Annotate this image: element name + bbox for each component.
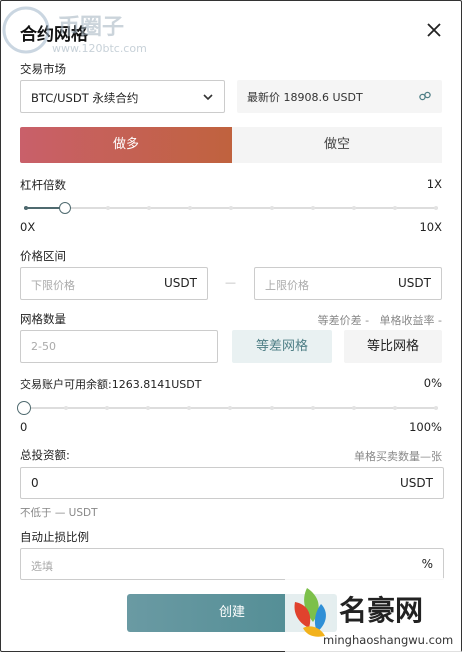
- upper-price-placeholder: 上限价格: [265, 279, 309, 292]
- watermark-logo-bottom-right: 名豪网 minghaoshangwu.com: [285, 578, 461, 652]
- lower-price-placeholder: 下限价格: [31, 279, 75, 292]
- grid-hint: 等差价差 - 单格收益率 -: [317, 314, 442, 327]
- short-button[interactable]: 做空: [232, 127, 442, 163]
- leverage-value: 1X: [426, 177, 442, 191]
- close-button[interactable]: [424, 20, 444, 40]
- investment-label: 总投资额:: [20, 448, 70, 462]
- svg-text:www.120btc.com: www.120btc.com: [52, 42, 147, 55]
- investment-input[interactable]: 0 USDT: [20, 467, 444, 499]
- balance-max: 100%: [409, 420, 442, 434]
- leverage-label: 杠杆倍数: [20, 178, 66, 192]
- grid-count-input[interactable]: 2-50: [20, 330, 218, 363]
- available-balance: 交易账户可用余额:1263.8141USDT: [20, 378, 202, 391]
- latest-price: 最新价 18908.6 USDT: [247, 91, 363, 104]
- svg-text:名豪网: 名豪网: [339, 594, 423, 627]
- stop-loss-label: 自动止损比例: [20, 530, 89, 544]
- close-icon: [427, 23, 441, 37]
- long-button[interactable]: 做多: [20, 127, 232, 163]
- range-separator: —: [225, 276, 236, 289]
- investment-min-note: 不低于 — USDT: [20, 507, 98, 519]
- stop-loss-unit: %: [421, 557, 433, 571]
- arithmetic-grid-button[interactable]: 等差网格: [232, 330, 332, 363]
- svg-text:币圈子: 币圈子: [58, 15, 124, 40]
- lower-price-input[interactable]: 下限价格 USDT: [20, 267, 208, 300]
- swap-icon[interactable]: [418, 89, 432, 103]
- leverage-slider-handle[interactable]: [59, 202, 71, 214]
- leverage-min: 0X: [20, 220, 36, 234]
- balance-min: 0: [20, 420, 28, 434]
- upper-price-unit: USDT: [398, 276, 431, 290]
- leverage-max: 10X: [419, 220, 442, 234]
- watermark-logo-top-left: 币圈子 www.120btc.com: [0, 4, 160, 56]
- leverage-slider[interactable]: [24, 200, 438, 216]
- grid-count-placeholder: 2-50: [31, 340, 56, 353]
- balance-slider-handle[interactable]: [17, 401, 31, 415]
- price-range-label: 价格区间: [20, 249, 66, 263]
- market-label: 交易市场: [20, 62, 66, 76]
- geometric-grid-button[interactable]: 等比网格: [344, 330, 442, 363]
- investment-hint: 单格买卖数量—张: [354, 450, 442, 463]
- svg-text:minghaoshangwu.com: minghaoshangwu.com: [323, 633, 453, 647]
- investment-value: 0: [31, 476, 39, 490]
- investment-unit: USDT: [400, 476, 433, 490]
- grid-count-label: 网格数量: [20, 312, 66, 326]
- lower-price-unit: USDT: [164, 276, 197, 290]
- balance-percent: 0%: [423, 376, 442, 390]
- stop-loss-input[interactable]: 选填 %: [20, 548, 444, 580]
- chevron-down-icon: [203, 94, 213, 101]
- market-select-value: BTC/USDT 永续合约: [31, 91, 139, 105]
- upper-price-input[interactable]: 上限价格 USDT: [254, 267, 442, 300]
- market-select[interactable]: BTC/USDT 永续合约: [20, 80, 225, 113]
- stop-loss-placeholder: 选填: [31, 560, 53, 573]
- balance-slider[interactable]: [17, 400, 438, 416]
- latest-price-box: 最新价 18908.6 USDT: [237, 80, 442, 113]
